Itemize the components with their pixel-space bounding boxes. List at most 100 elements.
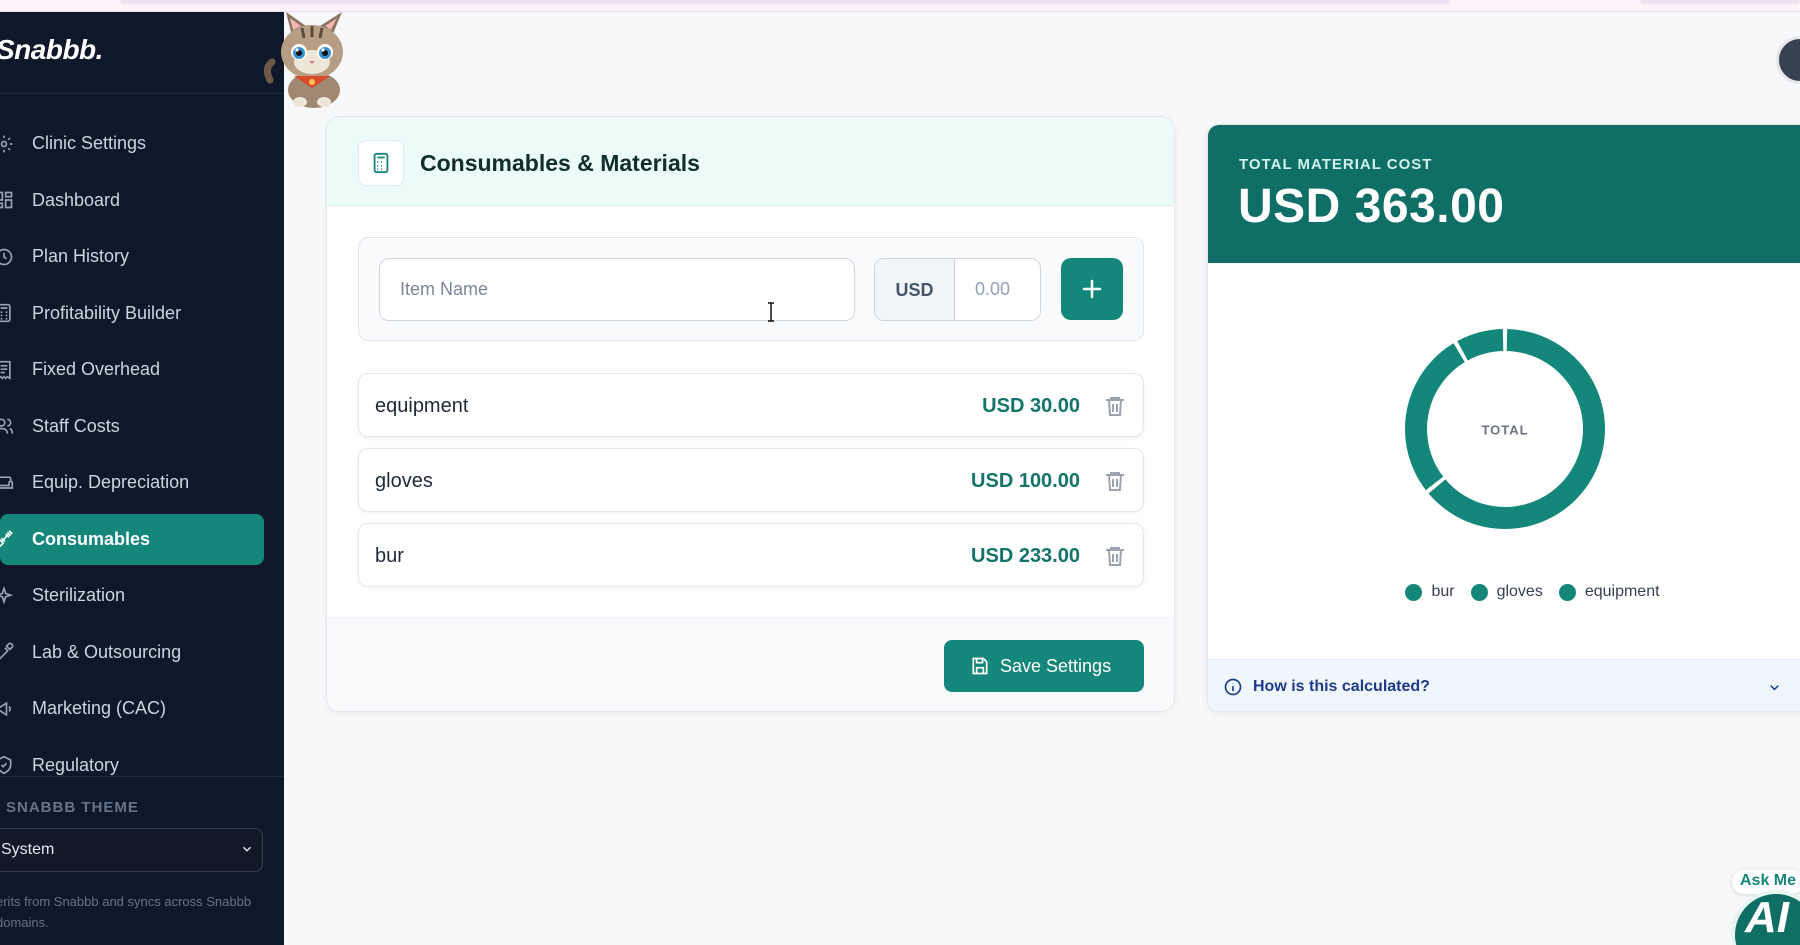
toolbar-edge — [1640, 0, 1800, 4]
sidebar-item-label: Profitability Builder — [32, 302, 182, 323]
sparkles-icon — [0, 585, 14, 604]
donut-slice-gloves — [1405, 343, 1465, 491]
calculator-icon — [373, 152, 389, 174]
legend-dot — [1470, 583, 1488, 601]
legend-item-gloves: gloves — [1470, 583, 1543, 601]
trash-icon[interactable] — [1103, 394, 1127, 418]
donut-slice-equipment — [1457, 329, 1504, 361]
sidebar: Snabbb. Clinic Settings Dashboard Plan H… — [0, 12, 284, 945]
cat-mascot-icon — [263, 12, 343, 108]
sidebar-item-label: Staff Costs — [32, 415, 120, 436]
sidebar-item-fixed-overhead[interactable]: Fixed Overhead — [0, 344, 264, 395]
donut-center-label: TOTAL — [1481, 422, 1529, 438]
sidebar-item-lab-outsourcing[interactable]: Lab & Outsourcing — [0, 627, 264, 678]
legend-label: equipment — [1584, 583, 1660, 600]
save-settings-label: Save Settings — [1000, 655, 1112, 676]
legend-dot — [1405, 583, 1423, 601]
trash-icon[interactable] — [1103, 544, 1127, 568]
dashboard-icon — [0, 191, 13, 209]
gear-icon — [0, 135, 13, 152]
sidebar-item-equip-depreciation[interactable]: Equip. Depreciation — [0, 457, 264, 508]
sidebar-item-label: Regulatory — [32, 754, 120, 775]
syringe-icon — [0, 530, 13, 548]
legend-item-bur: bur — [1405, 583, 1455, 601]
how-calculated-toggle[interactable]: How is this calculated? — [1208, 659, 1800, 711]
legend-dot — [1558, 583, 1576, 601]
chart-legend: bur gloves equipment — [1208, 583, 1717, 601]
total-label: TOTAL MATERIAL COST — [1239, 156, 1433, 173]
sidebar-item-label: Clinic Settings — [32, 133, 147, 153]
consumables-card: Consumables & Materials USD equipment US… — [326, 116, 1175, 712]
sidebar-item-label: Dashboard — [32, 189, 121, 210]
plus-icon — [1082, 279, 1102, 299]
item-name: equipment — [375, 395, 469, 417]
item-name: bur — [375, 545, 404, 567]
avatar[interactable] — [1776, 36, 1800, 84]
sidebar-divider — [0, 93, 284, 94]
list-item: bur USD 233.00 — [358, 523, 1144, 587]
list-item: gloves USD 100.00 — [358, 448, 1144, 512]
sidebar-item-label: Fixed Overhead — [32, 359, 161, 379]
consumables-list: equipment USD 30.00 gloves USD 100.00 bu… — [358, 373, 1144, 598]
item-name: gloves — [375, 470, 433, 492]
sofa-icon — [0, 475, 14, 489]
card-header: Consumables & Materials — [327, 117, 1174, 206]
sidebar-item-label: Equip. Depreciation — [32, 472, 190, 492]
ai-assistant-text[interactable]: AI — [1745, 893, 1789, 943]
price-input-group: USD — [874, 258, 1041, 321]
sidebar-item-plan-history[interactable]: Plan History — [0, 231, 264, 282]
theme-select[interactable]: System — [0, 828, 263, 872]
legend-label: bur — [1431, 583, 1455, 600]
how-calculated-label: How is this calculated? — [1253, 678, 1430, 695]
users-icon — [0, 418, 14, 434]
total-header: TOTAL MATERIAL COST USD 363.00 — [1208, 125, 1800, 263]
theme-note: erits from Snabbb and syncs across Snabb… — [0, 894, 252, 930]
app-logo[interactable]: Snabbb. — [0, 34, 103, 66]
calculator-badge — [358, 140, 404, 186]
text-cursor-icon — [768, 302, 774, 322]
item-price: USD 233.00 — [971, 545, 1080, 567]
sidebar-item-label: Lab & Outsourcing — [32, 641, 182, 662]
legend-item-equipment: equipment — [1558, 583, 1660, 601]
item-price: USD 100.00 — [971, 470, 1080, 492]
trash-icon[interactable] — [1103, 469, 1127, 493]
sidebar-item-label: Marketing (CAC) — [32, 698, 167, 718]
add-item-form: USD — [358, 237, 1144, 341]
card-title: Consumables & Materials — [420, 150, 700, 176]
megaphone-icon — [0, 701, 11, 716]
info-icon — [1224, 678, 1242, 696]
sidebar-item-consumables[interactable]: Consumables — [0, 513, 264, 565]
shield-icon — [0, 755, 12, 775]
sidebar-item-label: Consumables — [32, 528, 151, 549]
sidebar-item-label: Sterilization — [32, 585, 126, 605]
chevron-down-icon — [242, 846, 252, 852]
sidebar-nav: Clinic Settings Dashboard Plan History P… — [0, 118, 284, 796]
list-item: equipment USD 30.00 — [358, 373, 1144, 437]
receipt-icon — [0, 360, 11, 380]
save-icon — [972, 657, 988, 675]
item-name-input[interactable] — [379, 258, 855, 321]
save-settings-button[interactable]: Save Settings — [944, 640, 1144, 692]
theme-title: SNABBB THEME — [6, 799, 139, 816]
item-price: USD 30.00 — [982, 395, 1080, 417]
sidebar-item-label: Plan History — [32, 246, 130, 266]
sidebar-item-dashboard[interactable]: Dashboard — [0, 175, 264, 226]
address-bar-edge — [120, 0, 1450, 4]
sidebar-item-clinic-settings[interactable]: Clinic Settings — [0, 118, 264, 169]
theme-panel: SNABBB THEME System erits from Snabbb an… — [0, 776, 284, 945]
total-cost-card: TOTAL MATERIAL COST USD 363.00 TOTAL bur… — [1207, 124, 1800, 712]
add-item-button[interactable] — [1061, 258, 1123, 320]
chevron-down-icon — [1770, 685, 1779, 691]
theme-select-value: System — [1, 841, 55, 858]
sidebar-item-staff-costs[interactable]: Staff Costs — [0, 401, 264, 452]
card-footer: Save Settings — [327, 617, 1174, 711]
calculator-icon — [0, 303, 11, 323]
history-icon — [0, 248, 13, 265]
amount-input[interactable] — [955, 259, 1040, 320]
currency-addon: USD — [875, 259, 955, 320]
sidebar-item-profitability-builder[interactable]: Profitability Builder — [0, 288, 264, 339]
sidebar-item-marketing[interactable]: Marketing (CAC) — [0, 683, 264, 734]
pipette-icon — [0, 642, 14, 660]
total-value: USD 363.00 — [1238, 180, 1505, 233]
sidebar-item-sterilization[interactable]: Sterilization — [0, 570, 264, 621]
